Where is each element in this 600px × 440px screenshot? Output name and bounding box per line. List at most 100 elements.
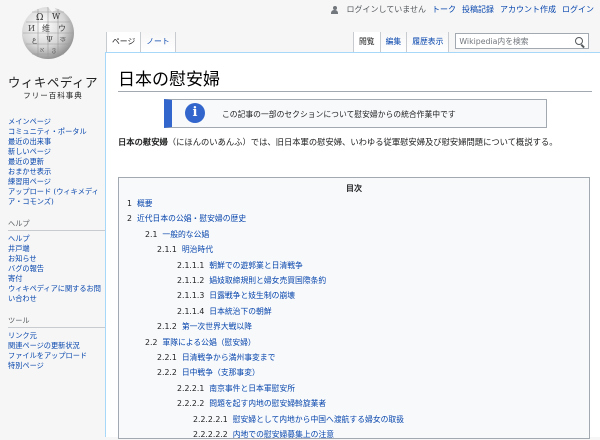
talk-link[interactable]: トーク — [432, 4, 456, 15]
svg-text:ع: ع — [32, 35, 37, 44]
sidebar-item-random[interactable]: おまかせ表示 — [8, 167, 108, 177]
svg-text:维: 维 — [42, 23, 50, 33]
svg-text:Ω: Ω — [36, 13, 43, 23]
toc-link[interactable]: 問題を起す内地の慰安婦斡旋業者 — [209, 399, 326, 408]
lead-bold-term: 日本の慰安婦 — [118, 137, 168, 147]
login-status: ログインしていません — [346, 5, 426, 14]
toc-link[interactable]: 一般的な公娼 — [162, 230, 209, 239]
page-title: 日本の慰安婦 — [118, 70, 220, 90]
toc-number: 2 — [127, 214, 132, 224]
sidebar-item-related-changes[interactable]: 関連ページの更新状況 — [8, 341, 108, 351]
title-divider — [118, 91, 592, 92]
toc-link[interactable]: 日中戦争（支那事変） — [182, 368, 260, 377]
toc-entry[interactable]: 2.2.2.1 南京事件と日本軍慰安所 — [177, 384, 295, 394]
sidebar-item-contact[interactable]: ウィキペディアに関するお問い合わせ — [8, 284, 108, 303]
toc-link[interactable]: 第一次世界大戦以降 — [182, 322, 252, 331]
sidebar-item-bug-report[interactable]: バグの報告 — [8, 264, 108, 274]
toc-number: 1 — [127, 199, 132, 208]
toc-link[interactable]: 日露戦争と妓生制の崩壊 — [209, 291, 295, 300]
toc-link[interactable]: 朝鮮での遊郭業と日清戦争 — [209, 261, 303, 270]
toc-entry[interactable]: 2.2.2 日中戦争（支那事変） — [157, 368, 260, 378]
view-tabs: 閲覧 編集 履歴表示 Wikipedia内を検索 — [353, 32, 590, 52]
sidebar-item-new-pages[interactable]: 新しいページ — [8, 147, 108, 157]
lead-text: （にほんのいあんふ）では、旧日本軍の慰安婦、いわゆる従軍慰安婦及び慰安婦問題につ… — [167, 137, 558, 147]
svg-text:Ψ: Ψ — [46, 35, 53, 44]
search-input[interactable]: Wikipedia内を検索 — [455, 33, 590, 49]
search-icon[interactable] — [575, 37, 584, 45]
toc-number: 2.2.2.2.2 — [193, 430, 228, 439]
svg-text:W: W — [52, 12, 61, 21]
sidebar-item-upload-file[interactable]: ファイルをアップロード — [8, 351, 108, 361]
sidebar-item-donate[interactable]: 寄付 — [8, 274, 108, 284]
tab-read[interactable]: 閲覧 — [353, 32, 381, 52]
toc-number: 2.2.1 — [157, 353, 177, 362]
create-account-link[interactable]: アカウント作成 — [500, 4, 556, 15]
toc-number: 2.1.1.3 — [177, 291, 205, 301]
toc-link[interactable]: 軍隊による公娼（慰安婦） — [162, 338, 255, 347]
svg-text:ვ: ვ — [52, 46, 56, 54]
sidebar-item-main-page[interactable]: メインページ — [8, 117, 108, 127]
tab-history[interactable]: 履歴表示 — [407, 32, 450, 52]
tab-page[interactable]: ページ — [106, 32, 142, 52]
sidebar-heading-tools: ツール — [8, 316, 108, 328]
svg-text:ウ: ウ — [58, 24, 66, 33]
toc-entry[interactable]: 2.1.1.1 朝鮮での遊郭業と日清戦争 — [177, 261, 303, 271]
toc-number: 2.1.1.4 — [177, 306, 205, 316]
toc-link[interactable]: 内地での慰安婦募集上の注意 — [233, 430, 334, 439]
toc-entry[interactable]: 2.1.1.2 娼妓取締規則と婦女売買国際条約 — [177, 276, 326, 286]
sidebar-item-community-portal[interactable]: コミュニティ・ポータル — [8, 127, 108, 137]
toc-link[interactable]: 近代日本の公娼・慰安婦の歴史 — [137, 214, 246, 223]
table-of-contents: 目次 1 概要 2 近代日本の公娼・慰安婦の歴史 2.1 一般的な公娼 2.1.1 明治時代 2… — [118, 177, 590, 439]
toc-entry[interactable]: 2 近代日本の公娼・慰安婦の歴史 — [127, 214, 246, 224]
sidebar-item-announcements[interactable]: お知らせ — [8, 254, 108, 264]
svg-text:ক: ক — [59, 35, 66, 44]
search-placeholder: Wikipedia内を検索 — [459, 37, 529, 46]
toc-number: 2.1.2 — [157, 322, 177, 332]
toc-entry[interactable]: 2.1.1 明治時代 — [157, 245, 213, 255]
sidebar-item-recent-changes[interactable]: 最近の更新 — [8, 157, 108, 167]
sidebar-item-help[interactable]: ヘルプ — [8, 234, 108, 244]
toc-number: 2.1.1 — [157, 245, 177, 255]
sidebar-item-upload-commons[interactable]: アップロード (ウィキメディア・コモンズ) — [8, 187, 108, 206]
toc-number: 2.1.1.2 — [177, 276, 205, 285]
contributions-link[interactable]: 投稿記録 — [462, 4, 494, 15]
notice-box: i この記事の一部のセクションについて慰安婦からの統合作業中です — [164, 99, 547, 128]
sidebar-item-sandbox[interactable]: 練習用ページ — [8, 177, 108, 187]
toc-link[interactable]: 日清戦争から満州事変まで — [182, 353, 276, 362]
toc-link[interactable]: 明治時代 — [182, 245, 213, 254]
toc-link[interactable]: 日本統治下の朝鮮 — [209, 307, 271, 316]
toc-number: 2.2 — [145, 337, 158, 347]
tab-talk[interactable]: ノート — [141, 32, 176, 52]
personal-tools: ログインしていません トーク 投稿記録 アカウント作成 ログイン — [331, 4, 594, 15]
toc-number: 2.1 — [145, 229, 158, 239]
toc-entry[interactable]: 2.1.1.3 日露戦争と妓生制の崩壊 — [177, 291, 295, 301]
toc-link[interactable]: 慰安婦として内地から中国へ渡航する婦女の取扱 — [233, 415, 404, 424]
sidebar-item-current-events[interactable]: 最近の出来事 — [8, 137, 108, 147]
sidebar-item-special-pages[interactable]: 特別ページ — [8, 361, 108, 371]
user-icon — [331, 5, 339, 14]
sidebar-item-village-pump[interactable]: 井戸端 — [8, 244, 108, 254]
toc-entry[interactable]: 2.1 一般的な公娼 — [145, 230, 209, 240]
toc-number: 2.2.2.2.1 — [193, 414, 228, 424]
svg-text:א: א — [40, 46, 44, 54]
logo-title: ウィキペディア — [7, 75, 99, 90]
toc-link[interactable]: 概要 — [137, 199, 153, 208]
sidebar: メインページ コミュニティ・ポータル 最近の出来事 新しいページ 最近の更新 お… — [8, 117, 108, 371]
toc-entry[interactable]: 2.1.2 第一次世界大戦以降 — [157, 322, 252, 332]
toc-entry[interactable]: 2.2.2.2.2 内地での慰安婦募集上の注意 — [193, 430, 334, 440]
toc-entry[interactable]: 2.1.1.4 日本統治下の朝鮮 — [177, 307, 272, 317]
toc-link[interactable]: 娼妓取締規則と婦女売買国際条約 — [209, 276, 326, 285]
lead-paragraph: 日本の慰安婦（にほんのいあんふ）では、旧日本軍の慰安婦、いわゆる従軍慰安婦及び慰… — [118, 136, 590, 149]
toc-entry[interactable]: 2.2.2.2 問題を起す内地の慰安婦斡旋業者 — [177, 399, 326, 409]
toc-entry[interactable]: 1 概要 — [127, 199, 153, 209]
toc-link[interactable]: 南京事件と日本軍慰安所 — [209, 384, 295, 393]
login-link[interactable]: ログイン — [562, 4, 594, 15]
toc-entry[interactable]: 2.2 軍隊による公娼（慰安婦） — [145, 338, 256, 348]
info-icon: i — [185, 103, 205, 123]
toc-entry[interactable]: 2.2.1 日清戦争から満州事変まで — [157, 353, 275, 363]
tab-edit[interactable]: 編集 — [380, 32, 408, 52]
sidebar-item-what-links-here[interactable]: リンク元 — [8, 331, 108, 341]
toc-entry[interactable]: 2.2.2.2.1 慰安婦として内地から中国へ渡航する婦女の取扱 — [193, 415, 404, 425]
wikipedia-logo[interactable]: Ω W И 维 ウ ع Ψ ক א ვ ウィキペディア フリー百科事典 — [0, 0, 106, 104]
toc-number: 2.2.2.2 — [177, 399, 205, 409]
